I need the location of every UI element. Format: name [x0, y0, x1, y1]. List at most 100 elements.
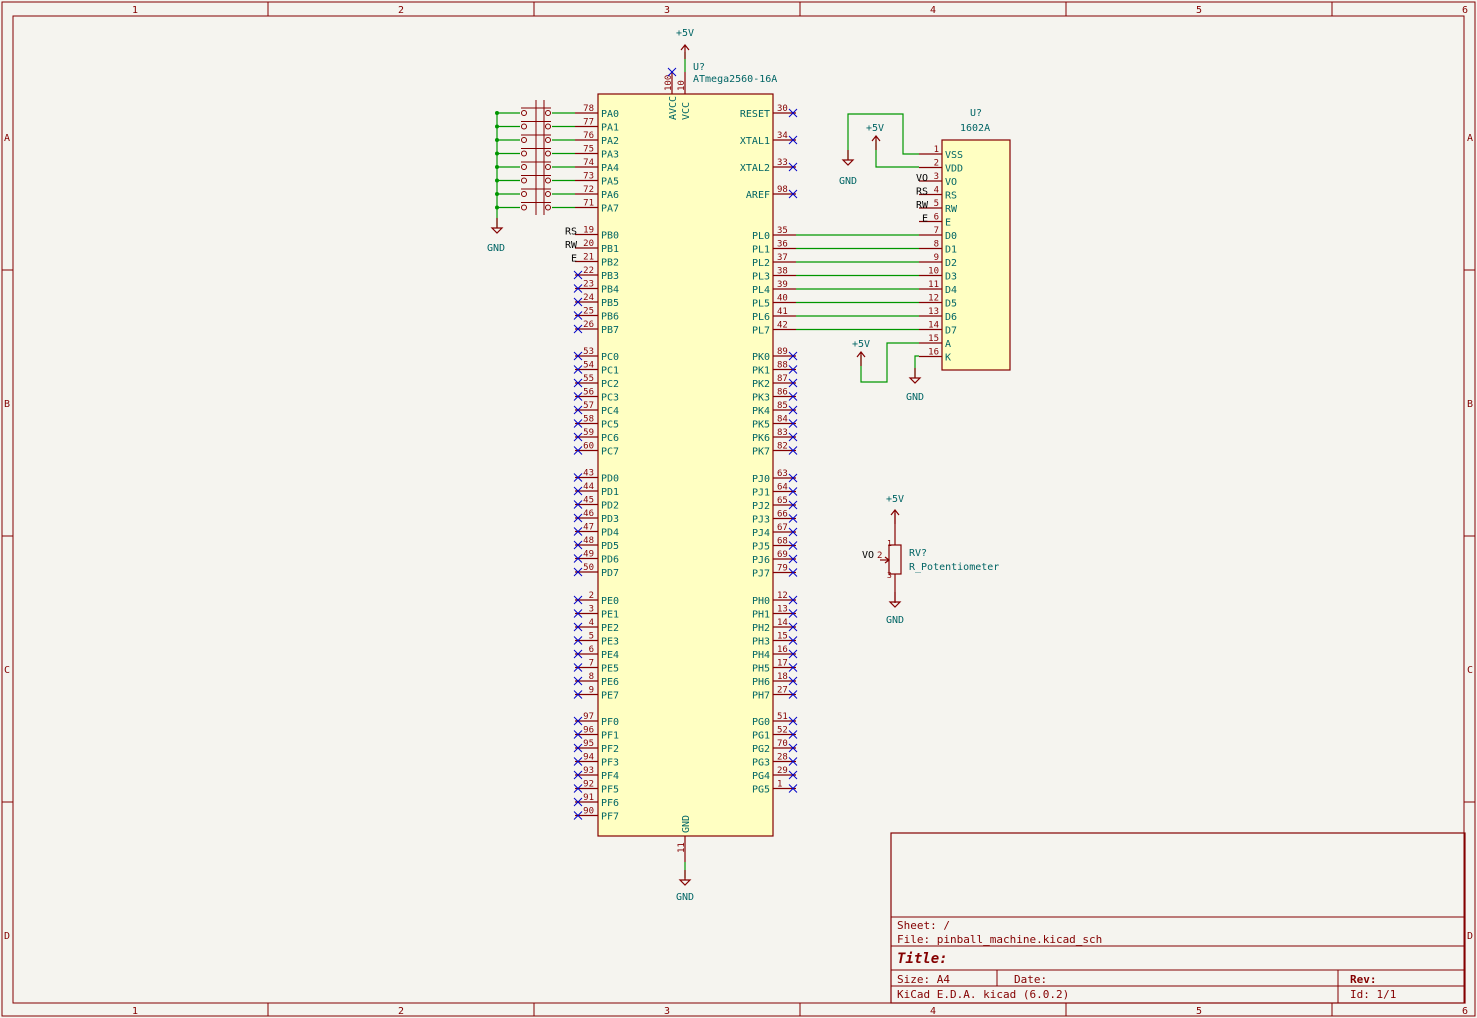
mcu-pin-number: 98: [777, 185, 788, 195]
button-contact: [521, 191, 527, 197]
column-label: 5: [1196, 1006, 1202, 1017]
button-contact: [545, 177, 551, 184]
mcu-pin-name: PE3: [601, 637, 619, 648]
mcu-pin-name: PB3: [601, 271, 619, 282]
net-label: VO: [916, 173, 928, 184]
mcu-pin-name: XTAL1: [740, 136, 770, 147]
mcu-pin-number: 53: [583, 347, 594, 357]
mcu-pin-name: PF0: [601, 717, 619, 728]
mcu-pin-name: PA6: [601, 190, 619, 201]
pot-value: R_Potentiometer: [909, 562, 999, 573]
mcu-pin-number: 74: [583, 158, 594, 168]
column-label: 4: [930, 1006, 936, 1017]
mcu-pin-name: PG1: [752, 731, 770, 742]
plus5v-label: +5V: [866, 123, 884, 134]
mcu-pin-number: 86: [777, 388, 788, 398]
mcu-pin-name: PA7: [601, 204, 619, 215]
mcu-pin-number: 67: [777, 523, 788, 533]
mcu-pin-name: PA4: [601, 163, 619, 174]
pot-pin-number: 3: [887, 571, 892, 580]
row-label: A: [4, 133, 10, 144]
mcu-pin-name: PE7: [601, 691, 619, 702]
mcu-pin-name: PL1: [752, 245, 770, 256]
mcu-pin-name: PJ6: [752, 555, 770, 566]
mcu-pin-name: PA3: [601, 150, 619, 161]
mcu-pin-number: 7: [589, 659, 594, 669]
button-contact: [521, 164, 527, 170]
lcd-pin-number: 6: [934, 213, 939, 223]
mcu-pin-name: PA5: [601, 177, 619, 188]
mcu-pin-name: PH6: [752, 677, 770, 688]
pot-pin-number: 2: [877, 551, 882, 561]
button-contact: [521, 150, 527, 157]
potentiometer-symbol[interactable]: RV? R_Potentiometer VO 2 1 3: [862, 513, 999, 603]
gnd-label: GND: [487, 243, 505, 254]
mcu-pin-number: 26: [583, 320, 594, 330]
mcu-pin-name: PJ0: [752, 474, 770, 485]
mcu-pin-name: PE1: [601, 610, 619, 621]
net-label: RS: [565, 227, 577, 238]
lcd-pin-name: D3: [945, 272, 957, 283]
mcu-pin-number: 42: [777, 321, 788, 331]
mcu-pin-name: PL5: [752, 299, 770, 310]
lcd-pin-number: 16: [928, 348, 939, 358]
mcu-pin-number: 22: [583, 266, 594, 276]
mcu-pin-number: 43: [583, 469, 594, 479]
mcu-pin-number: 63: [777, 469, 788, 479]
column-label: 2: [398, 1006, 404, 1017]
mcu-pin-number: 3: [589, 605, 594, 615]
mcu-pin-number: 19: [583, 226, 594, 236]
mcu-pin-name: PD4: [601, 528, 619, 539]
mcu-pin-number: 47: [583, 523, 594, 533]
mcu-symbol[interactable]: U? ATmega2560-16A: [597, 62, 777, 837]
mcu-pin-number: 59: [583, 428, 594, 438]
mcu-pin-number: 56: [583, 388, 594, 398]
wire: [847, 113, 919, 160]
mcu-pin-name: PG4: [752, 771, 770, 782]
gnd-label: GND: [839, 176, 857, 187]
mcu-pin-name: RESET: [740, 109, 770, 120]
lcd-pin-name: D5: [945, 299, 957, 310]
column-label: 5: [1196, 5, 1202, 16]
mcu-pin-number: 28: [777, 753, 788, 763]
mcu-pin-number: 12: [777, 591, 788, 601]
button-contact: [545, 164, 551, 170]
mcu-pin-name: PF2: [601, 744, 619, 755]
mcu-pin-name: PC1: [601, 366, 619, 377]
mcu-pin-number: 36: [777, 240, 788, 250]
mcu-pin-name: PA1: [601, 123, 619, 134]
pot-pin-number: 1: [887, 539, 892, 548]
column-label: 3: [664, 1006, 670, 1017]
row-label: B: [4, 399, 10, 410]
mcu-pin-number: 97: [583, 712, 594, 722]
mcu-pin-number: 69: [777, 550, 788, 560]
mcu-pin-number: 93: [583, 766, 594, 776]
date-label: Date:: [1014, 973, 1047, 986]
button-contact: [545, 191, 551, 197]
mcu-pin-number: 57: [583, 401, 594, 411]
lcd-pin-number: 7: [934, 226, 939, 236]
gnd-symbol: [490, 227, 504, 234]
lcd-pin-number: 5: [934, 199, 939, 209]
lcd-pins: VSS 1 VDD 2 VO 3 RS 4 RW 5E6 D0 7 D1 8 D2 9 D3 10 D4 11 D5 12…: [916, 145, 963, 364]
mcu-pin-name: PL0: [752, 231, 770, 242]
schematic-canvas: 112233445566A AB BC CD D Sheet: / File: pinb…: [1, 1, 1476, 1017]
mcu-pin-number: 1: [777, 780, 782, 790]
mcu-pin-number: 82: [777, 442, 788, 452]
button-contact: [521, 177, 527, 184]
mcu-pin-number: 5: [589, 632, 594, 642]
mcu-pin-number: 13: [777, 605, 788, 615]
mcu-pin-number: 49: [583, 550, 594, 560]
mcu-pin-number: 16: [777, 645, 788, 655]
mcu-power-number: 100: [664, 75, 674, 91]
size-label: Size: A4: [897, 973, 950, 986]
mcu-pin-number: 4: [589, 618, 594, 628]
mcu-pin-number: 88: [777, 361, 788, 371]
mcu-body: [597, 93, 774, 837]
mcu-pin-name: PH0: [752, 596, 770, 607]
file-name: File: pinball_machine.kicad_sch: [897, 933, 1102, 946]
mcu-pin-name: PC0: [601, 352, 619, 363]
mcu-pin-name: PG2: [752, 744, 770, 755]
button-contact: [521, 110, 527, 116]
mcu-pin-name: PB7: [601, 325, 619, 336]
